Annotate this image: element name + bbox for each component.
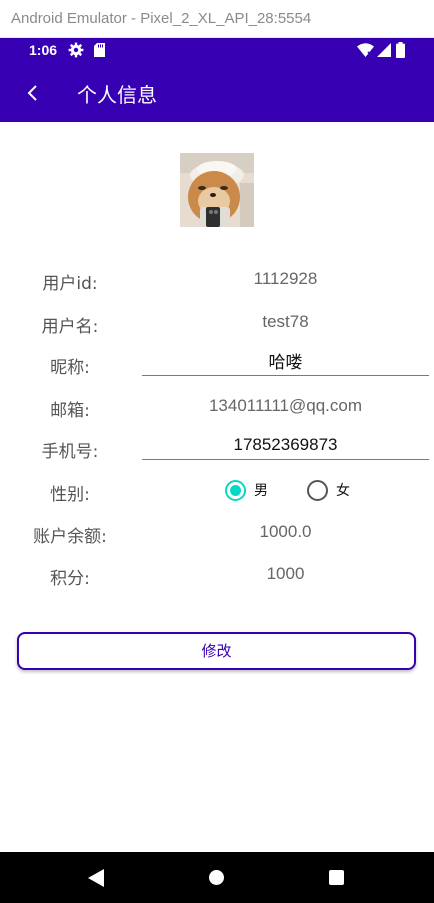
gender-female-label: 女 bbox=[336, 483, 350, 499]
user-id-label: 用户id: bbox=[42, 274, 98, 294]
emulator-frame: Android Emulator - Pixel_2_XL_API_28:555… bbox=[0, 0, 434, 903]
gender-radio-female[interactable]: 女 bbox=[307, 479, 350, 501]
signal-icon bbox=[377, 43, 391, 57]
wifi-icon bbox=[357, 43, 374, 57]
gender-male-label: 男 bbox=[254, 483, 268, 499]
page-title: 个人信息 bbox=[77, 83, 157, 107]
sd-card-icon bbox=[94, 43, 105, 57]
avatar[interactable] bbox=[180, 153, 254, 227]
radio-unchecked-icon bbox=[307, 479, 328, 501]
gender-radio-male[interactable]: 男 bbox=[225, 479, 268, 501]
battery-icon bbox=[396, 42, 405, 58]
points-value: 1000 bbox=[266, 564, 305, 583]
home-circle-icon[interactable] bbox=[209, 870, 224, 885]
modify-button[interactable]: 修改 bbox=[17, 632, 416, 670]
points-label: 积分: bbox=[50, 569, 90, 589]
back-triangle-icon[interactable] bbox=[88, 869, 104, 887]
email-value: 134011111@qq.com bbox=[208, 396, 363, 415]
app-bar: 个人信息 bbox=[0, 64, 434, 122]
status-time: 1:06 bbox=[29, 42, 58, 58]
phone-field[interactable] bbox=[142, 430, 429, 460]
balance-label: 账户余额: bbox=[33, 527, 107, 547]
emulator-window-title: Android Emulator - Pixel_2_XL_API_28:555… bbox=[0, 0, 434, 38]
phone-label: 手机号: bbox=[41, 442, 99, 462]
username-label: 用户名: bbox=[41, 317, 99, 337]
radio-checked-icon bbox=[225, 479, 246, 501]
radio-dot-icon bbox=[230, 484, 241, 496]
nickname-field[interactable] bbox=[142, 346, 429, 376]
chevron-left-icon[interactable] bbox=[22, 82, 44, 104]
username-value: test78 bbox=[262, 312, 309, 331]
gear-icon bbox=[68, 42, 84, 58]
nickname-label: 昵称: bbox=[50, 358, 90, 378]
email-label: 邮箱: bbox=[50, 401, 90, 421]
user-id-value: 1112928 bbox=[253, 269, 318, 288]
balance-value: 1000.0 bbox=[259, 522, 312, 541]
status-bar: 1:06 bbox=[0, 38, 434, 64]
recents-square-icon[interactable] bbox=[329, 870, 344, 885]
gender-label: 性别: bbox=[50, 485, 90, 505]
navigation-bar bbox=[0, 852, 434, 903]
